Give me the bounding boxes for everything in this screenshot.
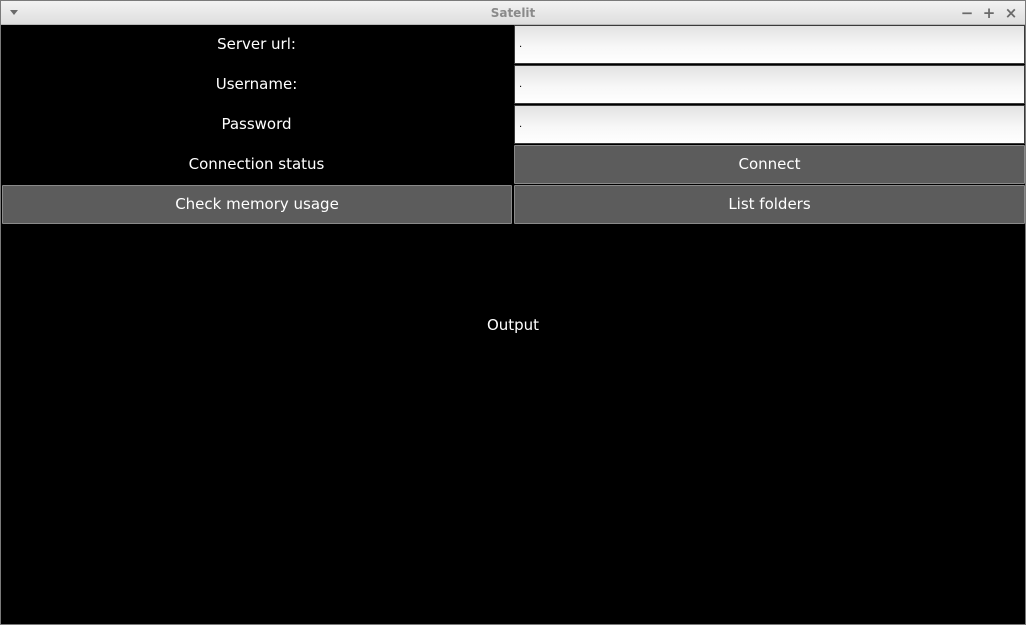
close-icon[interactable]: × bbox=[1003, 5, 1019, 21]
maximize-icon[interactable]: + bbox=[981, 5, 997, 21]
username-label: Username: bbox=[215, 75, 298, 93]
password-label: Password bbox=[221, 115, 292, 133]
server-url-input[interactable] bbox=[514, 25, 1025, 64]
title-bar[interactable]: Satelit − + × bbox=[1, 1, 1025, 25]
app-window: Satelit − + × Server url: Username: Pass… bbox=[0, 0, 1026, 625]
connect-button[interactable]: Connect bbox=[514, 145, 1025, 184]
check-memory-usage-button[interactable]: Check memory usage bbox=[2, 185, 512, 224]
output-text: Output bbox=[486, 316, 540, 334]
password-input[interactable] bbox=[514, 105, 1025, 144]
list-folders-button[interactable]: List folders bbox=[514, 185, 1025, 224]
connection-status-label: Connection status bbox=[188, 155, 325, 173]
minimize-icon[interactable]: − bbox=[959, 5, 975, 21]
username-input[interactable] bbox=[514, 65, 1025, 104]
window-title: Satelit bbox=[490, 6, 536, 20]
server-url-label: Server url: bbox=[217, 35, 296, 53]
